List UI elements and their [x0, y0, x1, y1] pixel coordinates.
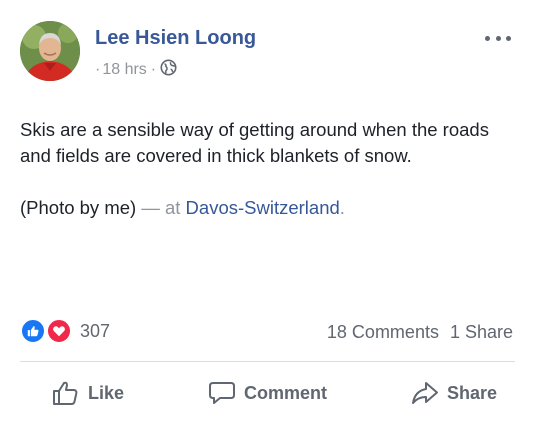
avatar-photo — [20, 21, 80, 81]
like-button[interactable]: Like — [52, 372, 124, 414]
post-body: Skis are a sensible way of getting aroun… — [20, 117, 515, 221]
reaction-icons — [20, 318, 76, 344]
comment-count-link[interactable]: 18 Comments — [327, 322, 439, 343]
meta-separator: · — [150, 61, 157, 78]
thumbs-up-icon — [53, 381, 78, 405]
post-text-paragraph: Skis are a sensible way of getting aroun… — [20, 119, 489, 166]
globe-icon[interactable] — [160, 59, 177, 81]
author-avatar[interactable] — [20, 21, 80, 81]
share-arrow-icon — [411, 382, 438, 404]
comment-label: Comment — [243, 382, 327, 403]
post-meta: · 18 hrs · — [95, 59, 177, 81]
meta-separator: · — [95, 61, 101, 78]
location-prefix: — at — [141, 197, 181, 218]
engagement-counts: 18 Comments 1 Share — [327, 321, 513, 343]
location-suffix: . — [339, 197, 345, 218]
more-options-icon[interactable] — [485, 28, 511, 48]
comment-button[interactable]: Comment — [208, 372, 327, 414]
comment-bubble-icon — [208, 382, 235, 404]
love-reaction-icon — [46, 318, 72, 344]
like-reaction-icon — [20, 318, 46, 344]
share-count-link[interactable]: 1 Share — [450, 322, 513, 343]
post-location-line: (Photo by me) — at Davos-Switzerland. — [20, 195, 515, 221]
post-timestamp[interactable]: 18 hrs — [102, 61, 146, 79]
author-name-link[interactable]: Lee Hsien Loong — [95, 27, 256, 50]
facebook-post: Lee Hsien Loong · 18 hrs · Skis are a se… — [0, 0, 535, 426]
location-link[interactable]: Davos-Switzerland — [186, 197, 340, 218]
post-action-bar: Like Comment Share — [20, 372, 515, 414]
reaction-count[interactable]: 307 — [80, 321, 110, 342]
divider — [20, 361, 515, 362]
reactions-summary[interactable]: 307 — [20, 318, 110, 344]
like-label: Like — [88, 382, 125, 403]
share-label: Share — [446, 382, 497, 403]
photo-credit: (Photo by me) — [20, 197, 137, 218]
share-button[interactable]: Share — [411, 372, 497, 414]
